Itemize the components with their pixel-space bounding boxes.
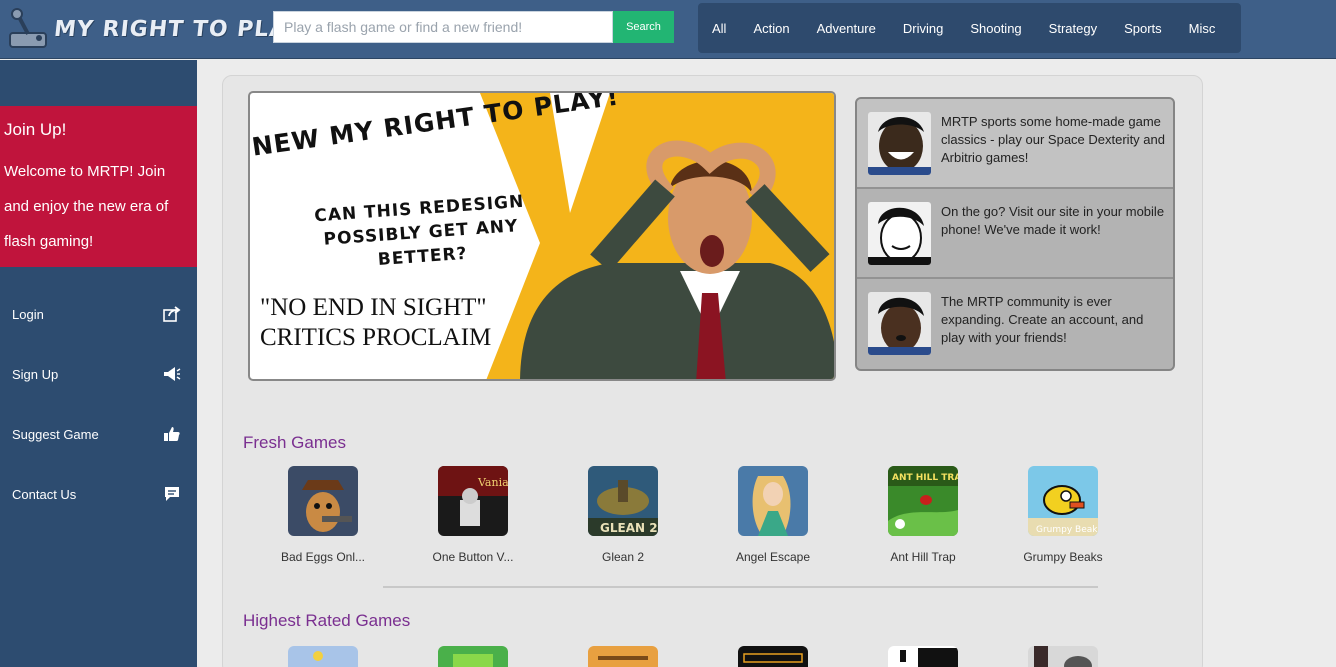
game-card[interactable]: Angel Escape <box>713 466 833 564</box>
game-thumbnail <box>288 466 358 536</box>
joystick-icon <box>9 8 47 48</box>
game-thumbnail[interactable] <box>288 646 358 667</box>
svg-text:ANT HILL TRAP: ANT HILL TRAP <box>892 473 958 483</box>
fresh-games-title: Fresh Games <box>243 433 346 452</box>
svg-text:Vania: Vania <box>477 476 508 489</box>
section-divider <box>383 586 1098 588</box>
category-shooting[interactable]: Shooting <box>970 21 1021 36</box>
game-thumbnail[interactable] <box>738 646 808 667</box>
join-title: Join Up! <box>4 120 67 139</box>
news-item[interactable]: On the go? Visit our site in your mobile… <box>857 189 1173 279</box>
game-title: Glean 2 <box>601 550 645 564</box>
game-title: Bad Eggs Onl... <box>280 550 366 564</box>
sidebar-item-label: Login <box>12 306 44 322</box>
game-card[interactable]: Vania One Button V... <box>413 466 533 564</box>
game-title: Angel Escape <box>735 550 811 564</box>
game-card[interactable]: Bad Eggs Onl... <box>263 466 383 564</box>
sidebar-item-label: Sign Up <box>12 366 59 382</box>
category-all[interactable]: All <box>712 21 726 36</box>
highest-rated-title: Highest Rated Games <box>243 611 411 630</box>
site-logo[interactable]: MY RIGHT TO PLAY <box>6 6 304 52</box>
sidebar-item-suggest-game[interactable]: Suggest Game <box>0 419 197 449</box>
sidebar-item-label: Contact Us <box>12 486 77 502</box>
share-icon <box>163 306 181 322</box>
game-title: One Button V... <box>432 550 514 564</box>
news-text: MRTP sports some home-made game classics… <box>941 114 1165 165</box>
game-thumbnail[interactable] <box>888 646 958 667</box>
game-title: Grumpy Beaks <box>1023 550 1103 564</box>
category-driving[interactable]: Driving <box>903 21 943 36</box>
category-sports[interactable]: Sports <box>1124 21 1162 36</box>
category-adventure[interactable]: Adventure <box>817 21 876 36</box>
news-text: The MRTP community is ever expanding. Cr… <box>941 294 1144 345</box>
news-item[interactable]: The MRTP community is ever expanding. Cr… <box>857 279 1173 369</box>
chat-icon <box>165 487 179 501</box>
game-thumbnail <box>738 466 808 536</box>
sidebar-item-login[interactable]: Login <box>0 299 197 329</box>
join-text: Welcome to MRTP! Join and enjoy the new … <box>4 163 169 250</box>
game-thumbnail: Grumpy Beaks <box>1028 466 1098 536</box>
game-card[interactable]: ANT HILL TRAP Ant Hill Trap <box>863 466 983 564</box>
search-button[interactable]: Search <box>613 11 674 43</box>
sidebar-item-label: Suggest Game <box>12 426 99 442</box>
face-avatar-icon <box>868 112 931 175</box>
svg-text:Grumpy Beaks: Grumpy Beaks <box>1036 525 1098 535</box>
face-avatar-icon <box>868 202 931 265</box>
game-thumbnail: GLEAN 2 <box>588 466 658 536</box>
game-card[interactable]: GLEAN 2 Glean 2 <box>563 466 683 564</box>
news-item[interactable]: MRTP sports some home-made game classics… <box>857 99 1173 189</box>
search-input[interactable] <box>273 11 613 43</box>
sidebar-item-signup[interactable]: Sign Up <box>0 359 197 389</box>
game-thumbnail[interactable] <box>588 646 658 667</box>
category-action[interactable]: Action <box>753 21 789 36</box>
join-banner: Join Up! Welcome to MRTP! Join and enjoy… <box>0 106 197 267</box>
game-thumbnail: Vania <box>438 466 508 536</box>
svg-text:GLEAN 2: GLEAN 2 <box>600 521 658 535</box>
game-card[interactable]: Grumpy Beaks Grumpy Beaks <box>1003 466 1123 564</box>
game-thumbnail[interactable] <box>1028 646 1098 667</box>
news-text: On the go? Visit our site in your mobile… <box>941 204 1165 237</box>
category-misc[interactable]: Misc <box>1189 21 1216 36</box>
hero-banner[interactable]: NEW MY RIGHT TO PLAY! CAN THIS REDESIGN … <box>248 91 836 381</box>
category-nav: All Action Adventure Driving Shooting St… <box>698 3 1241 53</box>
face-avatar-icon <box>868 292 931 355</box>
game-thumbnail: ANT HILL TRAP <box>888 466 958 536</box>
game-thumbnail[interactable] <box>438 646 508 667</box>
megaphone-icon <box>164 367 181 381</box>
top-bar: MY RIGHT TO PLAY Search All Action Adven… <box>0 0 1336 59</box>
logo-text: MY RIGHT TO PLAY <box>52 16 304 42</box>
game-title: Ant Hill Trap <box>890 550 956 564</box>
thumbs-up-icon <box>164 427 180 441</box>
hero-quote: "NO END IN SIGHT" CRITICS PROCLAIM <box>260 294 492 351</box>
sidebar-item-contact-us[interactable]: Contact Us <box>0 479 197 509</box>
sidebar: Join Up! Welcome to MRTP! Join and enjoy… <box>0 60 197 667</box>
category-strategy[interactable]: Strategy <box>1049 21 1097 36</box>
news-panel: MRTP sports some home-made game classics… <box>855 97 1175 371</box>
